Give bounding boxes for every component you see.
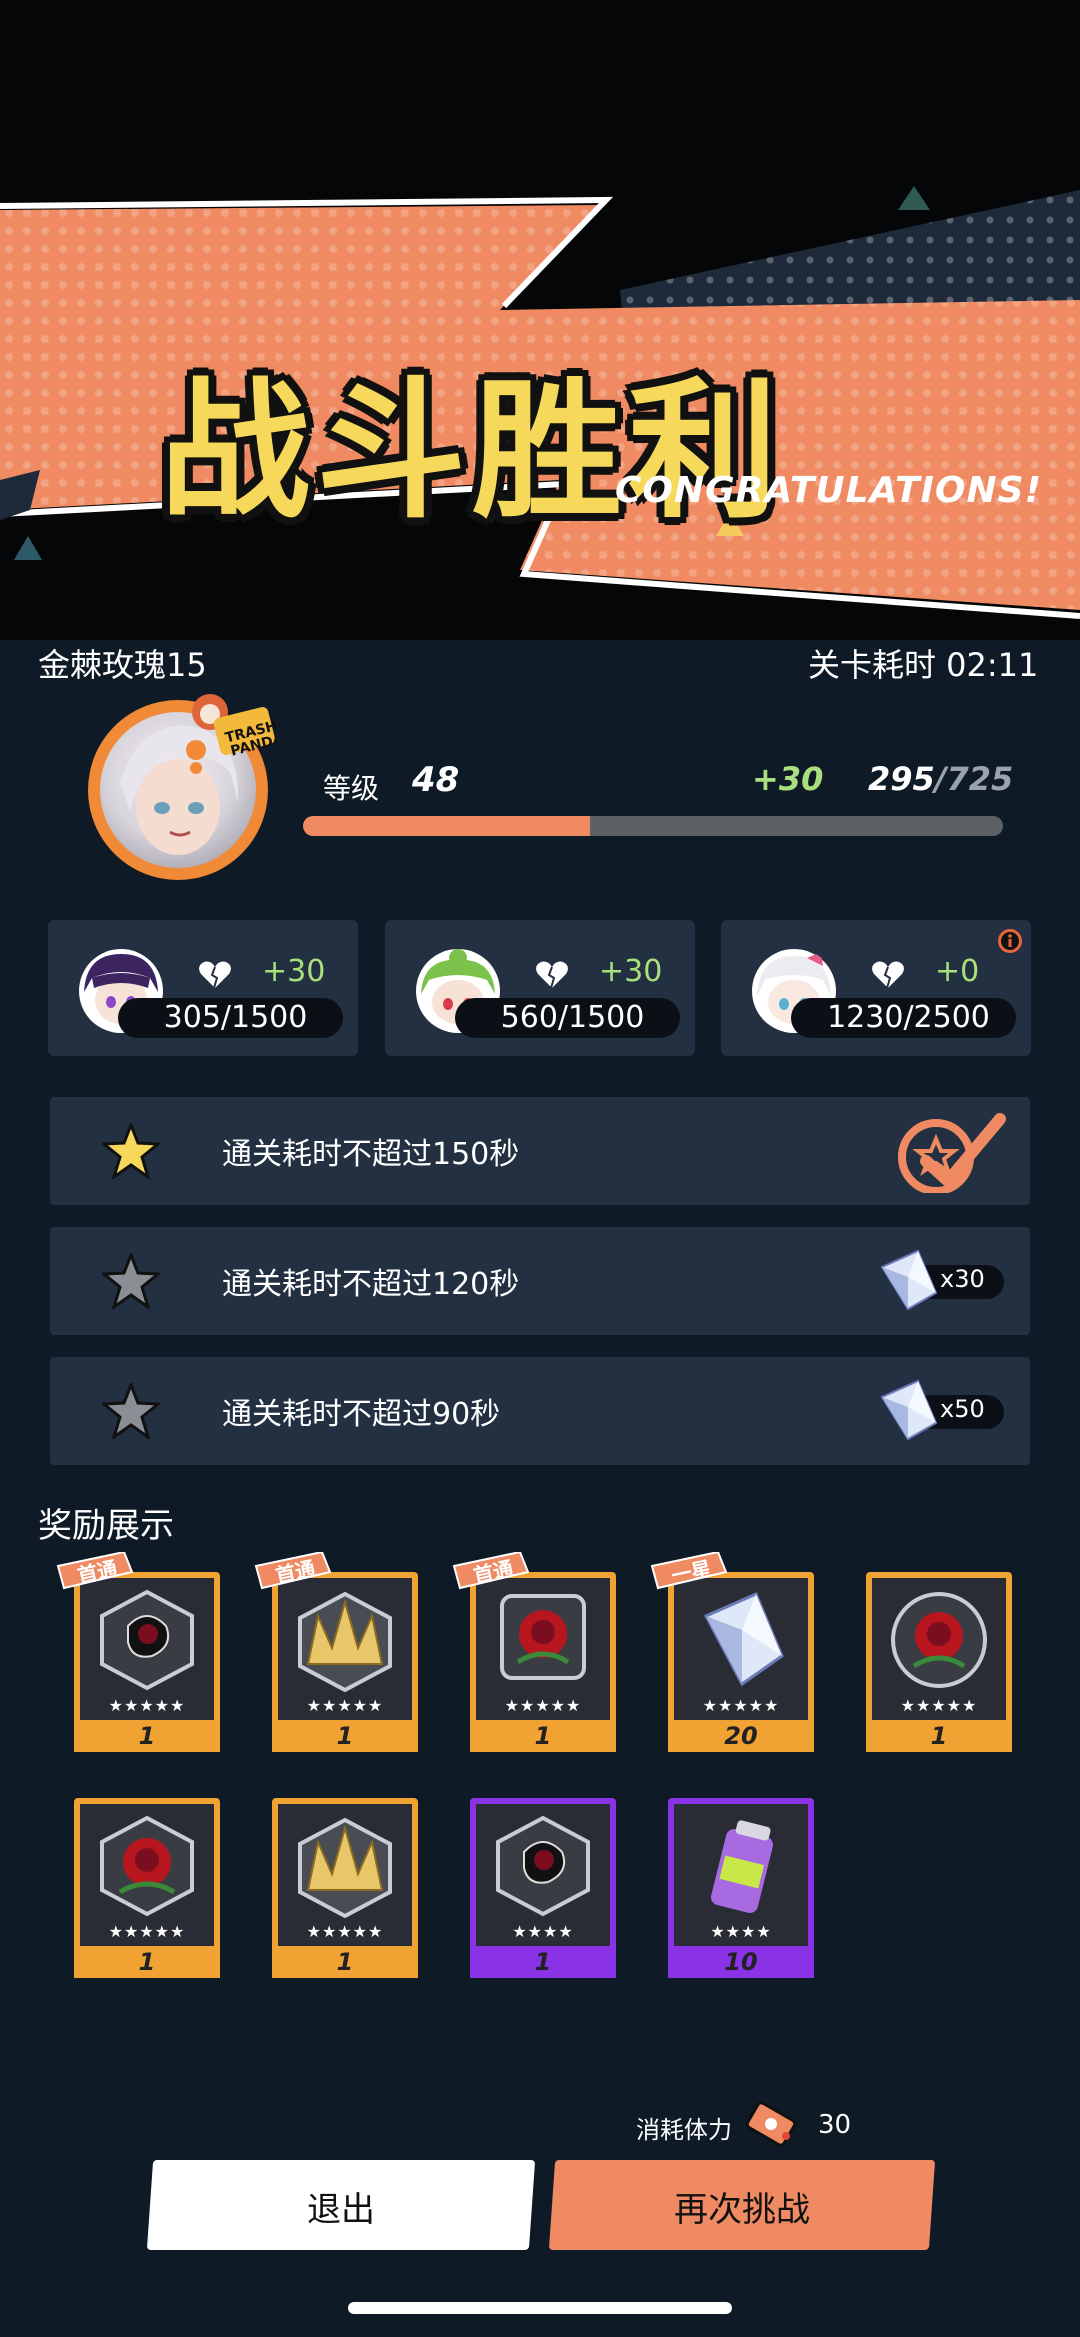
affinity-card-2[interactable]: +30 560/1500: [385, 920, 695, 1056]
stage-time: 关卡耗时 02:11: [808, 646, 1039, 684]
golden-crown-icon: [298, 1817, 392, 1918]
victory-title: 战斗胜利: [160, 365, 785, 539]
reward-item[interactable]: ★★★★ 1: [470, 1798, 616, 1978]
reward-item[interactable]: ★★★★★ 1 首通: [56, 1552, 220, 1752]
reward-count: 1: [336, 1948, 354, 1976]
exp-gain: +30: [752, 760, 824, 798]
golden-crown-icon: [298, 1591, 392, 1692]
affinity-gain: +30: [262, 954, 326, 989]
reward-item[interactable]: ★★★★★ 1: [272, 1798, 418, 1978]
reward-count: 1: [138, 1948, 156, 1976]
exp-readout: 295/725: [868, 760, 1013, 798]
mission-text: 通关耗时不超过150秒: [222, 1137, 520, 1172]
stamina-ticket-icon: [745, 2101, 797, 2147]
heart-icon: [199, 961, 231, 989]
stamina-label: 消耗体力: [636, 2116, 732, 2144]
reward-stars: ★★★★★: [306, 1922, 384, 1941]
black-rose-hex-icon: [100, 1589, 194, 1691]
affinity-card-3[interactable]: +0 1230/2500: [721, 920, 1031, 1056]
reward-stars: ★★★★★: [504, 1696, 582, 1715]
reward-stars: ★★★★★: [108, 1696, 186, 1715]
drink-can-icon: [710, 1820, 774, 1913]
affinity-card-1[interactable]: +30 305/1500: [48, 920, 358, 1056]
mission-complete-check-icon: [898, 1113, 1006, 1193]
affinity-gain: +0: [935, 954, 980, 989]
mission-row-3: 通关耗时不超过90秒 x50: [50, 1357, 1030, 1465]
reward-stars: ★★★★: [710, 1922, 772, 1941]
reward-amount: x30: [940, 1265, 985, 1293]
affinity-value: 305/1500: [163, 1000, 308, 1035]
reward-item[interactable]: ★★★★★ 1: [74, 1798, 220, 1978]
reward-item[interactable]: ★★★★ 10: [668, 1798, 814, 1978]
home-indicator[interactable]: [348, 2302, 732, 2314]
reward-item[interactable]: ★★★★★ 20 一星: [650, 1552, 814, 1752]
panda-badge-icon: TRASH PANDA: [186, 694, 276, 774]
red-rose-shield-icon: [500, 1594, 586, 1680]
reward-stars: ★★★★★: [900, 1696, 978, 1715]
stamina-value: 30: [818, 2110, 852, 2140]
reward-count: 10: [724, 1948, 758, 1976]
heart-icon: [536, 961, 568, 989]
black-rose-hex-icon: [496, 1815, 590, 1917]
reward-item[interactable]: ★★★★★ 1 首通: [452, 1552, 616, 1752]
player-name: 金棘玫瑰15: [38, 646, 207, 684]
reward-count: 1: [138, 1722, 156, 1750]
mission-text: 通关耗时不超过120秒: [222, 1267, 520, 1302]
exp-progress-fill: [303, 816, 590, 836]
affinity-value: 560/1500: [500, 1000, 645, 1035]
reward-item[interactable]: ★★★★★ 1: [866, 1572, 1012, 1752]
star-filled-icon: [102, 1123, 160, 1179]
exp-progress-bar: [303, 816, 1003, 836]
reward-count: 1: [336, 1722, 354, 1750]
level-label: 等级: [323, 772, 380, 805]
reward-count: 20: [724, 1722, 758, 1750]
reward-stars: ★★★★★: [702, 1696, 780, 1715]
exit-button-label[interactable]: 退出: [150, 2182, 532, 2231]
star-empty-icon: [102, 1383, 160, 1439]
reward-count: 1: [534, 1948, 552, 1976]
mission-row-2: 通关耗时不超过120秒 x30: [50, 1227, 1030, 1335]
crystal-icon: [703, 1592, 784, 1687]
reward-item[interactable]: ★★★★★ 1 首通: [254, 1552, 418, 1752]
affinity-value: 1230/2500: [827, 1000, 990, 1035]
reward-count: 1: [534, 1722, 552, 1750]
level-value: 48: [412, 760, 460, 800]
info-icon[interactable]: [997, 928, 1023, 954]
mission-row-1: 通关耗时不超过150秒: [50, 1097, 1030, 1205]
reward-stars: ★★★★: [512, 1922, 574, 1941]
heart-icon: [872, 961, 904, 989]
mission-text: 通关耗时不超过90秒: [222, 1397, 501, 1432]
reward-stars: ★★★★★: [306, 1696, 384, 1715]
crystal-icon: [880, 1379, 938, 1441]
exp-current: 295: [868, 760, 935, 798]
retry-button-label[interactable]: 再次挑战: [552, 2182, 932, 2231]
exp-max: /725: [934, 760, 1014, 798]
star-empty-icon: [102, 1253, 160, 1309]
crystal-icon: [880, 1249, 938, 1311]
reward-count: 1: [930, 1722, 948, 1750]
red-rose-round-icon: [891, 1592, 987, 1688]
reward-amount: x50: [940, 1395, 985, 1423]
victory-subtitle: CONGRATULATIONS!: [615, 470, 1043, 511]
reward-stars: ★★★★★: [108, 1922, 186, 1941]
rewards-title: 奖励展示: [38, 1506, 174, 1546]
affinity-gain: +30: [599, 954, 663, 989]
red-rose-hex-icon: [100, 1815, 194, 1917]
